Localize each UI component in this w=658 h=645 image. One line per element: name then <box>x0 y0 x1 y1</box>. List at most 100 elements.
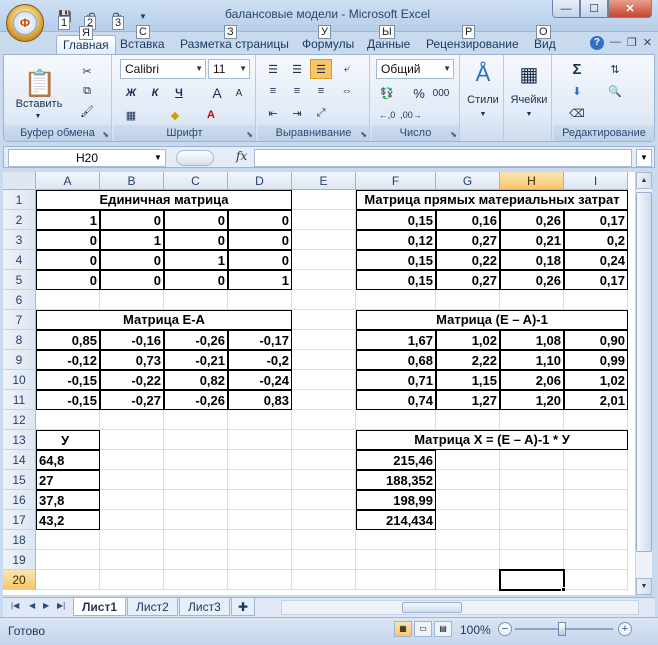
grid-cell[interactable] <box>436 410 500 430</box>
row-header-4[interactable]: 4 <box>3 250 36 270</box>
e-minus-a-cell[interactable]: -0,24 <box>228 370 292 390</box>
identity-cell[interactable]: 0 <box>228 250 292 270</box>
bold-button[interactable]: Ж <box>120 83 142 103</box>
column-header-e[interactable]: E <box>292 172 356 190</box>
grid-cell[interactable] <box>292 390 356 410</box>
grid-cell[interactable] <box>356 410 436 430</box>
direct-cost-cell[interactable]: 0,24 <box>564 250 628 270</box>
grid-cell[interactable] <box>36 550 100 570</box>
grid-cell[interactable] <box>500 450 564 470</box>
y-value-cell[interactable]: 64,8 <box>36 450 100 470</box>
increase-decimal-icon[interactable]: ←,0 <box>376 105 398 125</box>
identity-cell[interactable]: 1 <box>100 230 164 250</box>
grid-cell[interactable] <box>36 290 100 310</box>
grid-cell[interactable] <box>436 550 500 570</box>
wrap-text-icon[interactable]: ⤶ <box>336 59 358 79</box>
inverse-cell[interactable]: 0,99 <box>564 350 628 370</box>
grid-cell[interactable] <box>100 450 164 470</box>
grid-cell[interactable] <box>228 550 292 570</box>
prev-sheet-icon[interactable]: ◀ <box>29 601 35 610</box>
column-header-f[interactable]: F <box>356 172 436 190</box>
last-sheet-icon[interactable]: ▶| <box>57 601 65 610</box>
grid-cell[interactable] <box>564 570 628 590</box>
grid-cell[interactable] <box>36 410 100 430</box>
row-header-14[interactable]: 14 <box>3 450 36 470</box>
grid-cell[interactable] <box>164 410 228 430</box>
direct-cost-cell[interactable]: 0,12 <box>356 230 436 250</box>
inverse-cell[interactable]: 1,27 <box>436 390 500 410</box>
x-value-cell[interactable]: 198,99 <box>356 490 436 510</box>
align-middle-icon[interactable]: ☰ <box>286 59 308 79</box>
cells-button[interactable]: Ячейки <box>506 93 552 107</box>
grid-cell[interactable] <box>164 450 228 470</box>
row-header-7[interactable]: 7 <box>3 310 36 330</box>
identity-cell[interactable]: 1 <box>228 270 292 290</box>
grid-cell[interactable] <box>292 530 356 550</box>
inverse-cell[interactable]: 2,22 <box>436 350 500 370</box>
grid-cell[interactable] <box>292 230 356 250</box>
x-value-cell[interactable]: 214,434 <box>356 510 436 530</box>
inverse-cell[interactable]: 1,10 <box>500 350 564 370</box>
borders-icon[interactable]: ▦ <box>120 105 142 125</box>
grid-cell[interactable] <box>436 450 500 470</box>
cut-icon[interactable]: ✂ <box>76 61 98 81</box>
grid-cell[interactable] <box>292 370 356 390</box>
row-header-15[interactable]: 15 <box>3 470 36 490</box>
e-minus-a-matrix-title[interactable]: Матрица E-A <box>36 310 292 330</box>
insert-sheet-icon[interactable]: ✚ <box>231 598 256 616</box>
row-header-11[interactable]: 11 <box>3 390 36 410</box>
grid-cell[interactable] <box>100 530 164 550</box>
tab-review[interactable]: Рецензирование Р <box>420 25 525 54</box>
save-icon[interactable]: 💾1 <box>54 6 76 30</box>
direct-cost-cell[interactable]: 0,27 <box>436 270 500 290</box>
grid-cell[interactable] <box>292 310 356 330</box>
cells-icon[interactable]: ▦ <box>514 59 544 89</box>
orientation-icon[interactable]: ⤢ <box>310 103 332 123</box>
e-minus-a-cell[interactable]: 0,83 <box>228 390 292 410</box>
currency-icon[interactable]: 💱 <box>376 83 398 103</box>
identity-cell[interactable]: 0 <box>100 250 164 270</box>
grid-cell[interactable] <box>564 550 628 570</box>
grid-cell[interactable] <box>228 430 292 450</box>
direct-cost-cell[interactable]: 0,26 <box>500 270 564 290</box>
column-header-h[interactable]: H <box>500 172 564 190</box>
decrease-decimal-icon[interactable]: ,00→ <box>400 105 422 125</box>
column-header-d[interactable]: D <box>228 172 292 190</box>
sheet-tab-1[interactable]: Лист1 <box>73 598 127 616</box>
zoom-out-icon[interactable]: − <box>498 622 512 636</box>
grid-cell[interactable] <box>228 530 292 550</box>
identity-cell[interactable]: 1 <box>164 250 228 270</box>
x-matrix-title[interactable]: Матрица X = (E – A)-1 * У <box>356 430 628 450</box>
grid-cell[interactable] <box>356 570 436 590</box>
undo-icon[interactable]: ↶2 <box>80 6 102 30</box>
font-size-select[interactable]: 11 ▼ <box>208 59 250 79</box>
direct-cost-cell[interactable]: 0,17 <box>564 210 628 230</box>
name-box[interactable]: H20 <box>8 149 166 167</box>
inverse-cell[interactable]: 0,68 <box>356 350 436 370</box>
row-header-16[interactable]: 16 <box>3 490 36 510</box>
grid-cell[interactable] <box>436 530 500 550</box>
identity-cell[interactable]: 0 <box>36 230 100 250</box>
identity-cell[interactable]: 1 <box>36 210 100 230</box>
column-header-a[interactable]: A <box>36 172 100 190</box>
e-minus-a-cell[interactable]: -0,21 <box>164 350 228 370</box>
styles-dropdown-icon[interactable]: ▼ <box>476 109 490 119</box>
e-minus-a-cell[interactable]: 0,82 <box>164 370 228 390</box>
tab-view[interactable]: Вид О <box>528 25 562 54</box>
copy-icon[interactable]: ⧉ <box>76 81 98 101</box>
inverse-cell[interactable]: 1,20 <box>500 390 564 410</box>
e-minus-a-cell[interactable]: 0,73 <box>100 350 164 370</box>
direct-cost-cell[interactable]: 0,15 <box>356 210 436 230</box>
inverse-cell[interactable]: 0,74 <box>356 390 436 410</box>
merge-center-icon[interactable]: ⇔ <box>336 81 358 101</box>
dialog-launcher-icon[interactable]: ⬊ <box>450 130 457 139</box>
grid-cell[interactable] <box>36 530 100 550</box>
formula-input[interactable] <box>254 149 632 167</box>
grid-cell[interactable] <box>164 550 228 570</box>
grid-cell[interactable] <box>500 510 564 530</box>
inverse-cell[interactable]: 1,15 <box>436 370 500 390</box>
grid-cell[interactable] <box>100 510 164 530</box>
e-minus-a-cell[interactable]: -0,26 <box>164 390 228 410</box>
grid-cell[interactable] <box>164 490 228 510</box>
grid-cell[interactable] <box>292 430 356 450</box>
